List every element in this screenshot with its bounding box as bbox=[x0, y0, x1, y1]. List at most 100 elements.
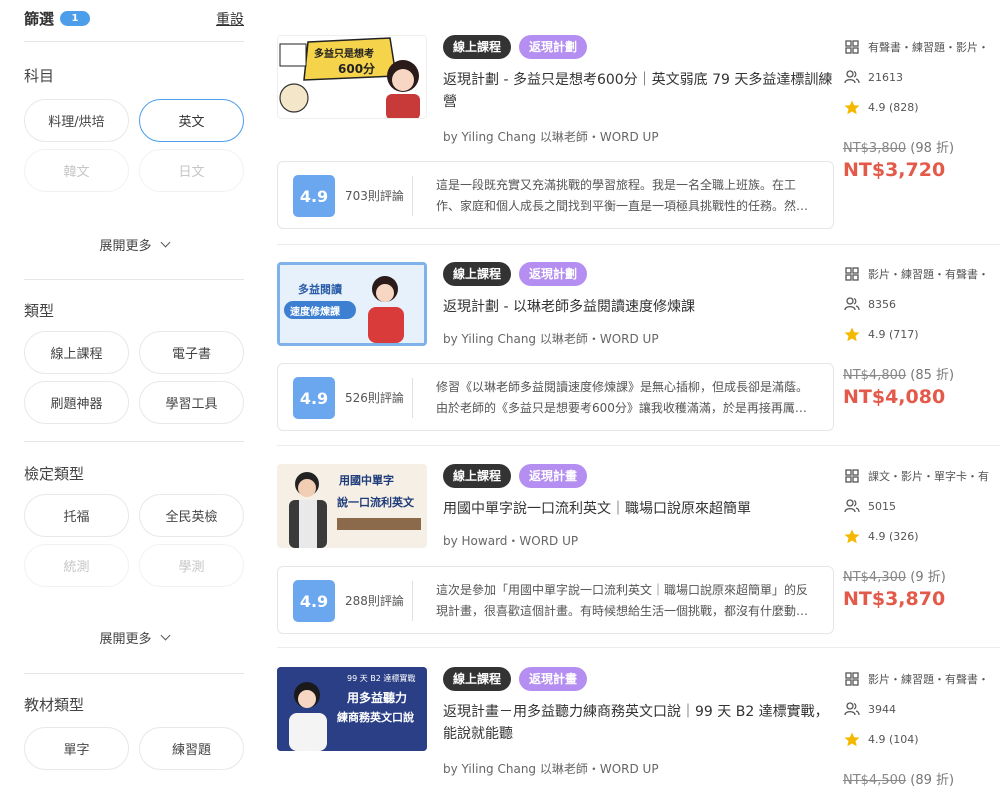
chevron-down-icon bbox=[160, 630, 170, 641]
course-thumbnail[interactable]: 多益只是想考 600分 bbox=[277, 35, 427, 119]
sale-price: NT$4,080 bbox=[843, 386, 946, 408]
course-author[interactable]: by Yiling Chang 以琳老師・WORD UP bbox=[443, 128, 659, 145]
review-line: 現計畫，很喜歡這個計畫。有時候想給生活一個挑戰，都沒有什麼動… bbox=[436, 604, 809, 618]
original-price-row: NT$3,800 (98 折) bbox=[843, 137, 1000, 156]
chevron-down-icon bbox=[160, 237, 170, 248]
filter-section-type: 類型 線上課程 電子書 刷題神器 學習工具 bbox=[24, 280, 244, 442]
star-icon bbox=[843, 100, 861, 114]
chip-toefl[interactable]: 托福 bbox=[24, 494, 129, 537]
students-row: 3944 bbox=[843, 699, 1000, 719]
course-author[interactable]: by Howard・WORD UP bbox=[443, 532, 578, 549]
features-text: 影片・練習題・有聲書・ bbox=[868, 268, 989, 281]
filter-title: 篩選 1 bbox=[24, 8, 91, 29]
score-text: 4.9 (326) bbox=[868, 529, 919, 543]
course-card[interactable]: 99 天 B2 達標實戰 用多益聽力 練商務英文口說 線上課程 返現計畫 返現計… bbox=[277, 667, 1000, 790]
course-card[interactable]: 多益閱讀 速度修煉課 線上課程 返現計劃 返現計劃 - 以琳老師多益閱讀速度修煉… bbox=[277, 262, 1000, 446]
chip-japanese[interactable]: 日文 bbox=[139, 149, 244, 192]
tag-online-course: 線上課程 bbox=[443, 464, 512, 488]
rating-badge: 4.9 bbox=[293, 175, 335, 217]
review-box[interactable]: 4.9 288則評論 這次是參加「用國中單字說一口流利英文｜職場口說原來超簡單」… bbox=[277, 566, 834, 634]
students-count: 21613 bbox=[868, 70, 903, 84]
review-line: 這是一段既充實又充滿挑戰的學習旅程。我是一名全職上班族。在工 bbox=[436, 178, 797, 192]
filter-count-badge: 1 bbox=[60, 11, 91, 26]
expand-more-label: 展開更多 bbox=[99, 239, 152, 254]
review-box[interactable]: 4.9 703則評論 這是一段既充實又充滿挑戰的學習旅程。我是一名全職上班族。在… bbox=[277, 161, 834, 229]
rating-badge: 4.9 bbox=[293, 377, 335, 419]
sale-price: NT$3,720 bbox=[843, 159, 946, 181]
chip-english[interactable]: 英文 bbox=[139, 99, 244, 142]
students-count: 8356 bbox=[868, 297, 896, 311]
original-price: NT$4,800 bbox=[843, 368, 907, 383]
chip-exercises[interactable]: 練習題 bbox=[139, 727, 244, 770]
review-count: 703則評論 bbox=[345, 189, 404, 203]
section-title-material: 教材類型 bbox=[24, 696, 85, 714]
chip-cooking[interactable]: 料理/烘培 bbox=[24, 99, 129, 142]
chip-learning-tool[interactable]: 學習工具 bbox=[139, 381, 244, 424]
review-box[interactable]: 4.9 526則評論 修習《以琳老師多益閱讀速度修煉課》是無心插柳，但成長卻是滿… bbox=[277, 363, 834, 431]
score-text: 4.9 (717) bbox=[868, 327, 919, 341]
course-card[interactable]: 多益只是想考 600分 線上課程 返現計劃 返現計劃 - 多益只是想考600分｜… bbox=[277, 35, 1000, 245]
tag-online-course: 線上課程 bbox=[443, 262, 512, 286]
students-row: 8356 bbox=[843, 294, 1000, 314]
thumb-title-line-1: 用國中單字 bbox=[339, 474, 394, 487]
students-row: 5015 bbox=[843, 496, 1000, 516]
review-divider bbox=[412, 176, 413, 216]
chip-tvee[interactable]: 統測 bbox=[24, 544, 129, 587]
original-price-row: NT$4,300 (9 折) bbox=[843, 566, 1000, 585]
original-price-row: NT$4,800 (85 折) bbox=[843, 364, 1000, 383]
course-author[interactable]: by Yiling Chang 以琳老師・WORD UP bbox=[443, 330, 659, 347]
review-excerpt: 這是一段既充實又充滿挑戰的學習旅程。我是一名全職上班族。在工 作、家庭和個人成長… bbox=[436, 175, 816, 217]
subject-chip-grid: 料理/烘培 英文 韓文 日文 bbox=[24, 99, 244, 192]
course-author[interactable]: by Yiling Chang 以琳老師・WORD UP bbox=[443, 760, 659, 777]
features-text: 影片・練習題・有聲書・ bbox=[868, 673, 989, 686]
thumb-title-line-3: 練商務英文口說 bbox=[337, 711, 414, 724]
course-thumbnail[interactable]: 99 天 B2 達標實戰 用多益聽力 練商務英文口說 bbox=[277, 667, 427, 751]
thumb-title-line-1: 多益只是想考 bbox=[314, 49, 374, 60]
star-icon bbox=[843, 732, 861, 746]
features-row: 影片・練習題・有聲書・ bbox=[843, 264, 1000, 284]
star-icon bbox=[843, 327, 861, 341]
review-count: 288則評論 bbox=[345, 594, 404, 608]
rating-badge: 4.9 bbox=[293, 580, 335, 622]
tag-cashback: 返現計畫 bbox=[519, 464, 588, 488]
filter-sidebar: 篩選 1 重設 科目 料理/烘培 英文 韓文 日文 展開更多 類型 線上課程 電… bbox=[24, 0, 244, 790]
expand-more-exam[interactable]: 展開更多 bbox=[24, 628, 244, 647]
course-meta: 課文・影片・單字卡・有 5015 4.9 (326) NT$4,300 (9 折… bbox=[843, 466, 1000, 610]
chip-ebook[interactable]: 電子書 bbox=[139, 331, 244, 374]
chip-practice-tool[interactable]: 刷題神器 bbox=[24, 381, 129, 424]
score-text: 4.9 (104) bbox=[868, 732, 919, 746]
course-title[interactable]: 返現計劃 - 以琳老師多益閱讀速度修煉課 bbox=[443, 296, 838, 318]
course-card[interactable]: 用國中單字 說一口流利英文 線上課程 返現計畫 用國中單字說一口流利英文｜職場口… bbox=[277, 464, 1000, 648]
grid-icon bbox=[843, 267, 861, 281]
course-title[interactable]: 返現計劃 - 多益只是想考600分｜英文弱底 79 天多益達標訓練營 bbox=[443, 69, 838, 113]
score-row: 4.9 (326) bbox=[843, 526, 1000, 546]
expand-more-label: 展開更多 bbox=[99, 632, 152, 647]
review-divider bbox=[412, 581, 413, 621]
discount-label: (9 折) bbox=[910, 570, 946, 585]
course-title[interactable]: 返現計畫－用多益聽力練商務英文口說｜99 天 B2 達標實戰，能說就能聽 bbox=[443, 701, 838, 745]
chip-gept[interactable]: 全民英檢 bbox=[139, 494, 244, 537]
course-tags: 線上課程 返現計畫 bbox=[443, 464, 588, 488]
course-thumbnail[interactable]: 多益閱讀 速度修煉課 bbox=[277, 262, 427, 346]
review-excerpt: 修習《以琳老師多益閱讀速度修煉課》是無心插柳，但成長卻是滿蔭。 由於老師的《多益… bbox=[436, 377, 816, 419]
expand-more-subject[interactable]: 展開更多 bbox=[24, 235, 244, 254]
course-tags: 線上課程 返現計劃 bbox=[443, 262, 588, 286]
chip-vocabulary[interactable]: 單字 bbox=[24, 727, 129, 770]
course-thumbnail[interactable]: 用國中單字 說一口流利英文 bbox=[277, 464, 427, 548]
discount-label: (85 折) bbox=[910, 368, 955, 383]
course-title[interactable]: 用國中單字說一口流利英文｜職場口說原來超簡單 bbox=[443, 498, 838, 520]
reset-button[interactable]: 重設 bbox=[216, 9, 244, 29]
filter-section-subject: 科目 料理/烘培 英文 韓文 日文 展開更多 bbox=[24, 42, 244, 280]
chip-korean[interactable]: 韓文 bbox=[24, 149, 129, 192]
review-divider bbox=[412, 378, 413, 418]
thumb-title-line-2: 說一口流利英文 bbox=[337, 496, 414, 509]
features-row: 影片・練習題・有聲書・ bbox=[843, 669, 1000, 689]
chip-online-course[interactable]: 線上課程 bbox=[24, 331, 129, 374]
course-meta: 影片・練習題・有聲書・ 8356 4.9 (717) NT$4,800 (85 … bbox=[843, 264, 1000, 408]
sale-price: NT$3,870 bbox=[843, 588, 946, 610]
original-price: NT$4,300 bbox=[843, 570, 907, 585]
chip-gsat[interactable]: 學測 bbox=[139, 544, 244, 587]
filter-section-exam: 檢定類型 托福 全民英檢 統測 學測 展開更多 bbox=[24, 442, 244, 674]
review-line: 這次是參加「用國中單字說一口流利英文｜職場口說原來超簡單」的反 bbox=[436, 583, 809, 597]
filter-title-label: 篩選 bbox=[24, 10, 55, 28]
